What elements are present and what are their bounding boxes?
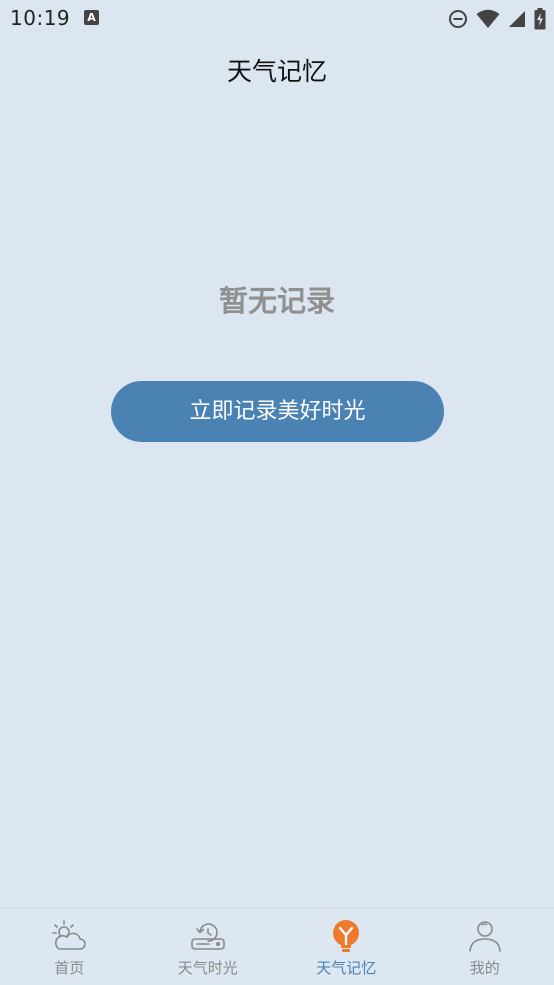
status-bar: 10:19 A [0,0,554,38]
battery-charging-icon [534,8,546,30]
nav-label-home: 首页 [54,957,84,978]
nav-item-home[interactable]: 首页 [0,909,139,985]
record-memory-button[interactable]: 立即记录美好时光 [111,381,444,442]
bottom-navigation: 首页 天气时光 天气记忆 [0,908,554,985]
signal-icon [508,10,526,28]
nav-label-weather-time: 天气时光 [178,957,238,978]
dnd-icon [448,9,468,29]
status-icons [448,6,546,32]
nav-label-profile: 我的 [470,957,500,978]
notification-a-icon: A [84,10,99,25]
time-machine-icon [189,917,227,955]
nav-item-weather-time[interactable]: 天气时光 [139,909,278,985]
nav-label-weather-memory: 天气记忆 [316,957,376,978]
wifi-icon [476,9,500,29]
empty-state-message: 暂无记录 [0,278,554,320]
page-title: 天气记忆 [0,52,554,88]
memory-lightbulb-icon [327,917,365,955]
nav-item-profile[interactable]: 我的 [416,909,554,985]
weather-home-icon [50,917,88,955]
status-time: 10:19 [10,6,70,30]
profile-icon [466,917,504,955]
nav-item-weather-memory[interactable]: 天气记忆 [277,909,416,985]
